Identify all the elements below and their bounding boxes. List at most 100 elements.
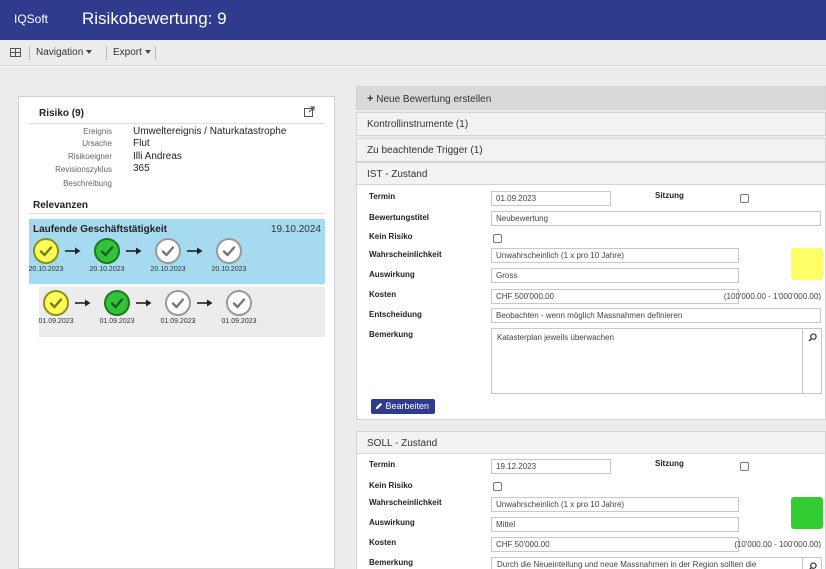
menu-navigation-label: Navigation	[36, 47, 84, 58]
soll-risk-color	[791, 497, 823, 529]
step-date: 20.10.2023	[89, 266, 125, 273]
search-icon[interactable]	[808, 333, 817, 342]
textarea-sidebar	[802, 329, 821, 393]
status-circle-white[interactable]	[165, 290, 191, 316]
soll-wahrscheinlichkeit-select[interactable]: Unwahrscheinlich (1 x pro 10 Jahre)	[491, 497, 739, 512]
relevanzen-heading: Relevanzen	[33, 200, 89, 211]
arrow-right-icon	[187, 247, 203, 257]
field-value-revisionszyklus: 365	[133, 163, 150, 174]
divider	[29, 123, 325, 124]
kontrollinstrumente-label: Kontrollinstrumente (1)	[367, 119, 469, 130]
ist-titel-label: Bewertungstitel	[369, 213, 430, 222]
soll-section: SOLL - Zustand Termin 19.12.2023 Sitzung…	[356, 431, 826, 569]
arrow-right-icon	[75, 299, 91, 309]
ist-sitzung-label: Sitzung	[655, 191, 684, 200]
ist-risk-color	[791, 248, 823, 280]
kontrollinstrumente-toggle[interactable]: Kontrollinstrumente (1)	[356, 112, 826, 136]
ist-kein-risiko-checkbox[interactable]	[493, 234, 502, 243]
step-date: 01.09.2023	[38, 318, 74, 325]
soll-auswirkung-select[interactable]: Mittel	[491, 517, 739, 532]
edit-button[interactable]: Bearbeiten	[371, 399, 436, 414]
status-circle-yellow[interactable]	[43, 290, 69, 316]
soll-kosten-input[interactable]: CHF 50'000.00	[491, 537, 739, 552]
ist-termin-input[interactable]: 01.09.2023	[491, 191, 611, 206]
soll-termin-input[interactable]: 19.12.2023	[491, 459, 611, 474]
ist-bemerkung-text: Katasterplan jeweils überwachen	[497, 333, 614, 342]
status-circle-green[interactable]	[94, 238, 120, 264]
search-icon[interactable]	[808, 562, 817, 569]
ist-entscheidung-label: Entscheidung	[369, 310, 422, 319]
field-label-revisionszyklus: Revisionszyklus	[55, 165, 112, 174]
ist-bemerkung-label: Bemerkung	[369, 330, 414, 339]
new-assessment-button[interactable]: + Neue Bewertung erstellen	[356, 86, 826, 110]
menu-export-label: Export	[113, 47, 142, 58]
textarea-sidebar	[802, 558, 821, 569]
soll-section-title: SOLL - Zustand	[357, 432, 825, 454]
field-value-ereignis: Umweltereignis / Naturkatastrophe	[133, 126, 287, 137]
field-label-risikoeigner: Risikoeigner	[67, 152, 112, 161]
arrow-right-icon	[126, 247, 142, 257]
soll-sitzung-checkbox[interactable]	[740, 462, 749, 471]
ist-bemerkung-textarea[interactable]: Katasterplan jeweils überwachen	[491, 328, 822, 394]
divider	[29, 213, 325, 214]
ist-kosten-range: (100'000.00 - 1'000'000.00)	[723, 292, 821, 301]
soll-bemerkung-text: Durch die Neueinteilung und neue Massnah…	[497, 560, 757, 569]
risk-panel: Risiko (9) Ereignis Umweltereignis / Nat…	[18, 96, 335, 569]
status-circle-green[interactable]	[104, 290, 130, 316]
chevron-down-icon	[86, 50, 93, 55]
field-value-risikoeigner: Illi Andreas	[133, 151, 182, 162]
ist-wahrscheinlichkeit-label: Wahrscheinlichkeit	[369, 250, 442, 259]
ist-kein-risiko-label: Kein Risiko	[369, 232, 413, 241]
check-icon	[222, 246, 236, 257]
menu-divider	[155, 46, 156, 60]
ist-section-title: IST - Zustand	[357, 163, 825, 185]
soll-bemerkung-label: Bemerkung	[369, 558, 414, 567]
ist-entscheidung-select[interactable]: Beobachten - wenn möglich Massnahmen def…	[491, 308, 821, 323]
step-date: 01.09.2023	[99, 318, 135, 325]
brand-logo[interactable]: IQSoft	[14, 12, 48, 26]
ist-titel-input[interactable]: Neubewertung	[491, 211, 821, 226]
status-circle-white[interactable]	[216, 238, 242, 264]
table-icon[interactable]	[10, 48, 21, 57]
check-icon	[39, 246, 53, 257]
soll-kein-risiko-checkbox[interactable]	[493, 482, 502, 491]
soll-kosten-range: (10'000.00 - 100'000.00)	[734, 540, 821, 549]
relevance-flow[interactable]: 01.09.2023 01.09.2023 01.09.2023 01.09.2023	[38, 287, 325, 337]
trigger-label: Zu beachtende Trigger (1)	[367, 145, 483, 156]
flow-name: Laufende Geschäftstätigkeit	[33, 224, 167, 235]
step-date: 20.10.2023	[211, 266, 247, 273]
check-icon	[161, 246, 175, 257]
ist-wahrscheinlichkeit-select[interactable]: Unwahrscheinlich (1 x pro 10 Jahre)	[491, 248, 739, 263]
menu-divider	[29, 46, 30, 60]
soll-kein-risiko-label: Kein Risiko	[369, 481, 413, 490]
soll-termin-label: Termin	[369, 460, 396, 469]
ist-section: IST - Zustand Termin 01.09.2023 Sitzung …	[356, 162, 826, 420]
soll-auswirkung-label: Auswirkung	[369, 518, 415, 527]
menu-export[interactable]: Export	[113, 47, 151, 58]
trigger-toggle[interactable]: Zu beachtende Trigger (1)	[356, 138, 826, 162]
ist-auswirkung-select[interactable]: Gross	[491, 268, 739, 283]
external-link-icon[interactable]	[304, 106, 315, 117]
ist-auswirkung-label: Auswirkung	[369, 270, 415, 279]
status-circle-yellow[interactable]	[33, 238, 59, 264]
check-icon	[100, 246, 114, 257]
arrow-right-icon	[197, 299, 213, 309]
ist-sitzung-checkbox[interactable]	[740, 194, 749, 203]
relevance-flow-active[interactable]: Laufende Geschäftstätigkeit 19.10.2024 2…	[28, 219, 325, 284]
check-icon	[171, 298, 185, 309]
soll-bemerkung-textarea[interactable]: Durch die Neueinteilung und neue Massnah…	[491, 557, 822, 569]
field-label-ereignis: Ereignis	[83, 127, 112, 136]
field-value-ursache: Flut	[133, 138, 150, 149]
menu-divider	[106, 46, 107, 60]
status-circle-white[interactable]	[155, 238, 181, 264]
menu-navigation[interactable]: Navigation	[36, 47, 93, 58]
status-circle-white[interactable]	[226, 290, 252, 316]
ist-kosten-label: Kosten	[369, 290, 397, 299]
check-icon	[110, 298, 124, 309]
step-date: 01.09.2023	[221, 318, 257, 325]
plus-icon: +	[367, 93, 374, 105]
check-icon	[49, 298, 63, 309]
pencil-icon	[375, 402, 383, 410]
ist-kosten-input[interactable]: CHF 500'000.00	[491, 289, 739, 304]
page-title: Risikobewertung: 9	[82, 9, 227, 28]
